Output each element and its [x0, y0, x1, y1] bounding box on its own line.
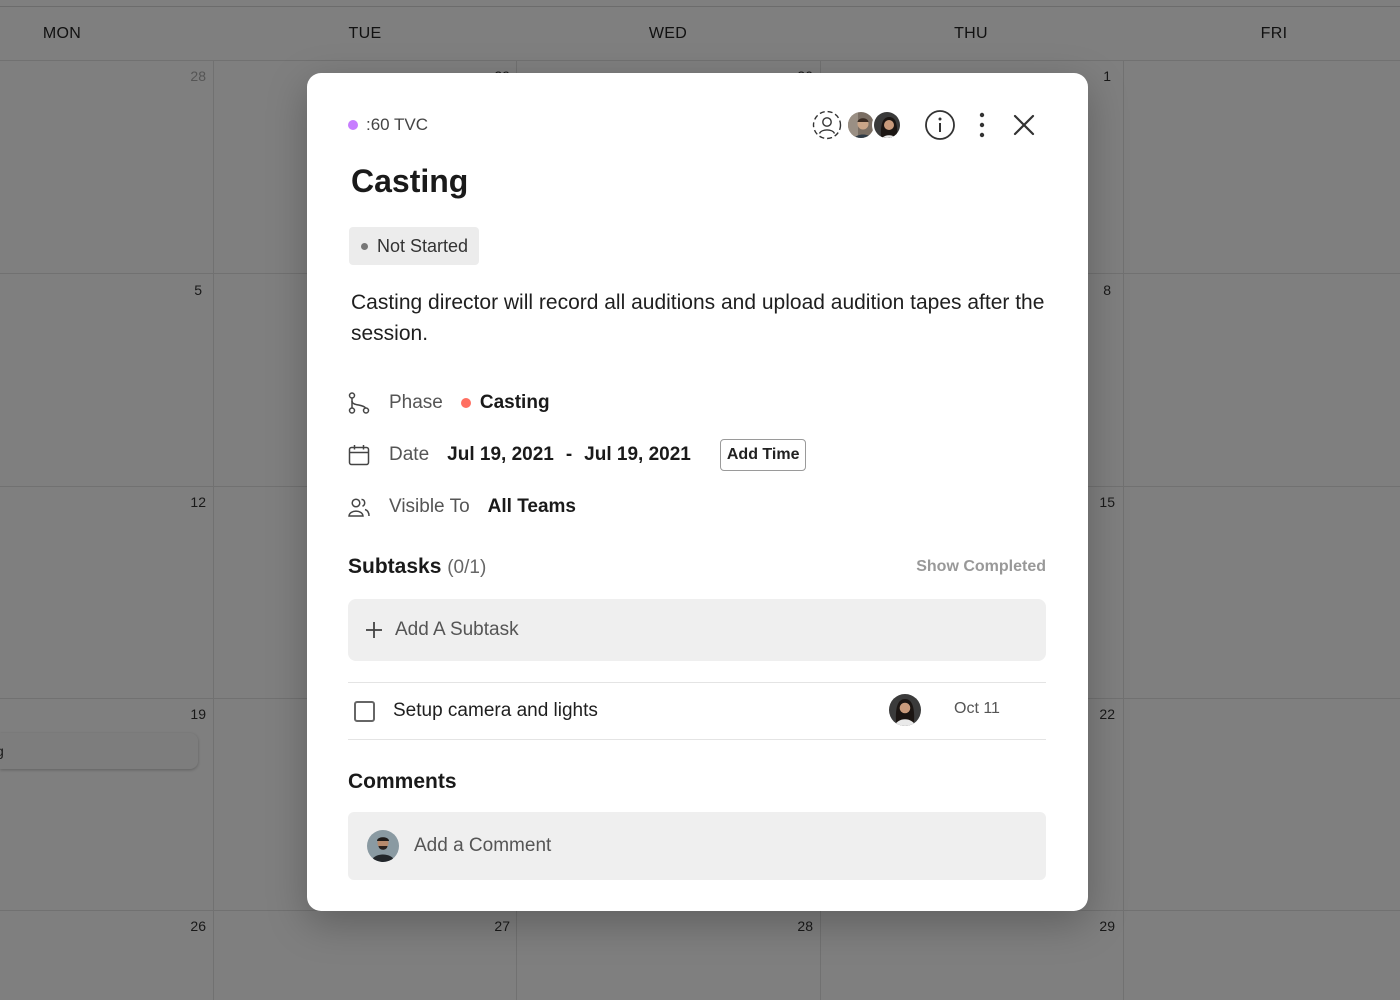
subtask-checkbox[interactable] — [354, 700, 375, 722]
info-button[interactable] — [924, 109, 956, 141]
more-vertical-icon — [979, 112, 985, 138]
phase-value[interactable]: Casting — [480, 392, 550, 414]
comments-heading: Comments — [348, 770, 457, 793]
project-breadcrumb[interactable]: :60 TVC — [348, 115, 428, 135]
status-badge[interactable]: Not Started — [349, 227, 480, 265]
phase-color-dot — [460, 398, 471, 408]
visibility-row: Visible To All Teams — [348, 492, 576, 522]
add-time-button[interactable]: Add Time — [719, 439, 807, 471]
visibility-label: Visible To — [389, 496, 470, 517]
show-completed-toggle[interactable]: Show Completed — [916, 558, 1046, 576]
phase-row: Phase Casting — [348, 388, 550, 418]
subtask-title[interactable]: Setup camera and lights — [393, 700, 598, 722]
close-button[interactable] — [1008, 109, 1040, 141]
status-label: Not Started — [377, 235, 469, 256]
subtasks-count: (0/1) — [447, 557, 487, 578]
status-dot — [361, 242, 368, 250]
project-color-dot — [348, 120, 358, 130]
date-row: Date Jul 19, 2021 - Jul 19, 2021 Add Tim… — [348, 439, 807, 471]
add-subtask-input[interactable]: Add A Subtask — [348, 599, 1046, 661]
info-icon — [925, 110, 955, 140]
subtasks-title: Subtasks — [348, 555, 442, 578]
current-user-avatar — [367, 830, 399, 862]
calendar-icon — [348, 444, 370, 466]
subtasks-heading: Subtasks (0/1) — [348, 555, 486, 579]
subtask-assignee-avatar[interactable] — [889, 694, 921, 726]
branch-icon — [348, 392, 370, 414]
modal-header-actions — [812, 107, 1040, 143]
phase-label: Phase — [389, 392, 443, 413]
users-icon — [348, 496, 370, 518]
task-detail-modal: :60 TVC Casting Not Started Casting dire… — [307, 73, 1088, 911]
project-name: :60 TVC — [366, 115, 429, 134]
subtask-due-date[interactable]: Oct 11 — [954, 700, 1000, 718]
close-icon — [1013, 114, 1035, 136]
date-separator: - — [565, 444, 573, 465]
subtask-divider — [348, 739, 1046, 740]
assignee-avatar[interactable] — [872, 110, 902, 140]
comment-placeholder: Add a Comment — [414, 835, 552, 856]
subtask-row[interactable]: Setup camera and lights Oct 11 — [348, 683, 1046, 739]
task-description[interactable]: Casting director will record all auditio… — [351, 287, 1051, 349]
assign-user-icon[interactable] — [812, 110, 842, 140]
plus-icon — [366, 622, 382, 638]
date-label: Date — [389, 444, 430, 465]
end-date[interactable]: Jul 19, 2021 — [584, 444, 691, 466]
comment-input[interactable]: Add a Comment — [348, 812, 1046, 880]
task-title[interactable]: Casting — [351, 163, 468, 200]
add-subtask-placeholder: Add A Subtask — [395, 619, 519, 640]
more-options-button[interactable] — [966, 109, 998, 141]
visibility-value[interactable]: All Teams — [488, 496, 576, 518]
assignees[interactable] — [812, 110, 902, 140]
start-date[interactable]: Jul 19, 2021 — [447, 444, 554, 466]
